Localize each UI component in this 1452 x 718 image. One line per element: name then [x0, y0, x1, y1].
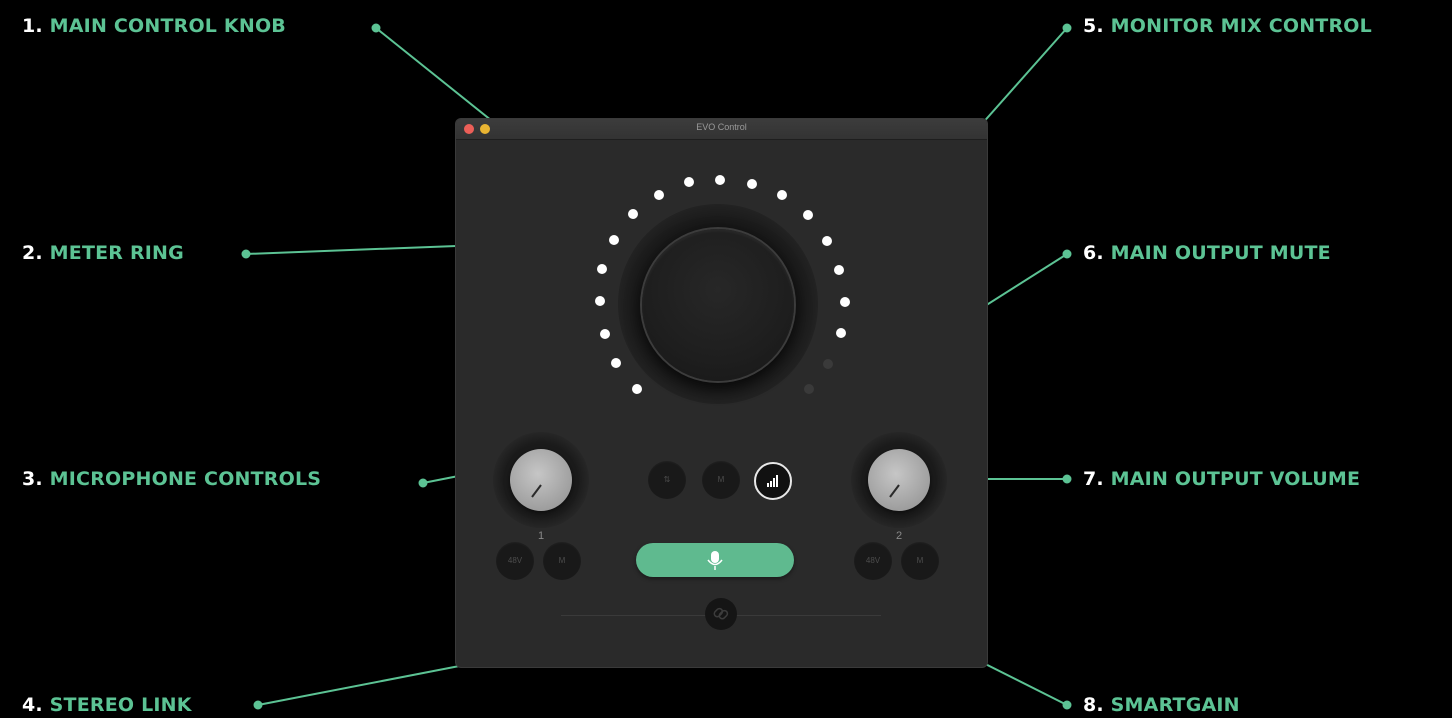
meter-ring-dot	[595, 296, 605, 306]
callout-microphone-controls: 3. MICROPHONE CONTROLS	[22, 468, 321, 490]
callout-number: 3.	[22, 468, 43, 490]
meter-ring-dot	[803, 210, 813, 220]
callout-main-control-knob: 1. MAIN CONTROL KNOB	[22, 15, 286, 37]
callout-text: MAIN CONTROL KNOB	[49, 15, 286, 37]
microphone-icon	[707, 551, 723, 570]
meter-ring-dot	[840, 297, 850, 307]
meter-ring-dot	[611, 358, 621, 368]
callout-number: 5.	[1083, 15, 1104, 37]
main-control-knob[interactable]	[642, 229, 794, 381]
meter-ring-dot-off	[804, 384, 814, 394]
meter-ring-dot	[600, 329, 610, 339]
smartgain-button[interactable]	[636, 543, 794, 577]
mic-gain-knob-1-ring	[493, 432, 589, 528]
callout-number: 8.	[1083, 694, 1104, 716]
callout-number: 7.	[1083, 468, 1104, 490]
meter-ring-dot	[632, 384, 642, 394]
signal-bars-icon	[767, 475, 778, 487]
main-output-volume-button[interactable]	[754, 462, 792, 500]
window-title: EVO Control	[696, 122, 747, 132]
meter-ring-dot	[747, 179, 757, 189]
meter-ring-dot	[597, 264, 607, 274]
callout-number: 2.	[22, 242, 43, 264]
meter-ring-dot-off	[823, 359, 833, 369]
callout-text: METER RING	[49, 242, 184, 264]
phantom-power-button-2[interactable]: 48V	[854, 542, 892, 580]
callout-stereo-link: 4. STEREO LINK	[22, 694, 192, 716]
callout-text: MICROPHONE CONTROLS	[49, 468, 322, 490]
callout-meter-ring: 2. METER RING	[22, 242, 184, 264]
callout-main-output-volume: 7. MAIN OUTPUT VOLUME	[1083, 468, 1360, 490]
callout-text: MAIN OUTPUT MUTE	[1110, 242, 1331, 264]
callout-main-output-mute: 6. MAIN OUTPUT MUTE	[1083, 242, 1331, 264]
channel-1-number: 1	[537, 530, 545, 542]
meter-ring-dot	[836, 328, 846, 338]
callout-number: 1.	[22, 15, 43, 37]
callout-monitor-mix-control: 5. MONITOR MIX CONTROL	[1083, 15, 1372, 37]
meter-ring-dot	[628, 209, 638, 219]
window-titlebar: EVO Control	[456, 119, 987, 140]
knob-pointer-icon	[889, 484, 900, 498]
evo-control-window: EVO Control 1 48V M 2 48V M ⇅ M	[456, 119, 987, 667]
callout-smartgain: 8. SMARTGAIN	[1083, 694, 1240, 716]
callout-number: 6.	[1083, 242, 1104, 264]
channel-2-number: 2	[895, 530, 903, 542]
meter-ring-dot	[834, 265, 844, 275]
meter-ring-dot	[715, 175, 725, 185]
mic-gain-knob-1[interactable]	[510, 449, 572, 511]
phantom-power-button-1[interactable]: 48V	[496, 542, 534, 580]
meter-ring-dot	[609, 235, 619, 245]
mute-button-1[interactable]: M	[543, 542, 581, 580]
meter-ring-dot	[684, 177, 694, 187]
monitor-mix-button[interactable]: ⇅	[648, 461, 686, 499]
mute-button-2[interactable]: M	[901, 542, 939, 580]
stereo-link-button[interactable]	[705, 598, 737, 630]
chain-link-icon	[713, 607, 729, 620]
main-output-mute-button[interactable]: M	[702, 461, 740, 499]
knob-pointer-icon	[531, 484, 542, 498]
meter-ring-dot	[822, 236, 832, 246]
mic-gain-knob-2-ring	[851, 432, 947, 528]
callout-text: MONITOR MIX CONTROL	[1110, 15, 1372, 37]
callout-number: 4.	[22, 694, 43, 716]
callout-text: STEREO LINK	[49, 694, 192, 716]
callout-text: MAIN OUTPUT VOLUME	[1110, 468, 1361, 490]
meter-ring-dot	[654, 190, 664, 200]
mic-gain-knob-2[interactable]	[868, 449, 930, 511]
callout-text: SMARTGAIN	[1110, 694, 1240, 716]
meter-ring-dot	[777, 190, 787, 200]
